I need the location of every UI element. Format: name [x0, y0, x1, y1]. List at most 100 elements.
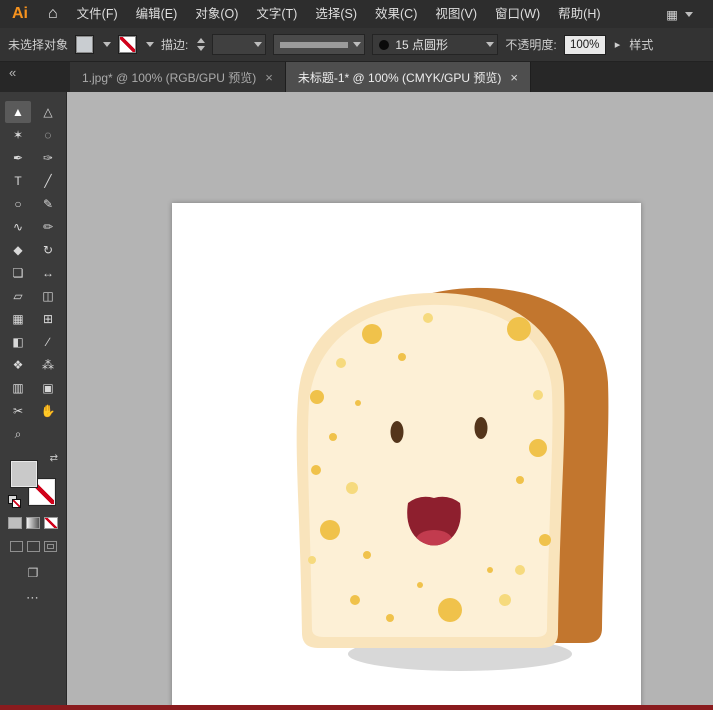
screen-mode-button[interactable]: ❐ [0, 566, 66, 580]
workspace-switcher[interactable]: ▦ [666, 7, 713, 22]
brush-caret-icon [486, 42, 494, 47]
toast-spot [423, 313, 433, 323]
menu-select[interactable]: 选择(S) [306, 0, 366, 28]
menu-object[interactable]: 对象(O) [186, 0, 247, 28]
stroke-weight-stepper[interactable] [197, 38, 205, 51]
symbol-sprayer-tool[interactable]: ⁂ [35, 354, 61, 376]
home-icon[interactable]: ⌂ [38, 5, 68, 23]
toast-spot [417, 582, 423, 588]
pencil-tool[interactable]: ✏ [35, 216, 61, 238]
none-button[interactable] [44, 517, 58, 529]
toast-bread-inner [308, 305, 553, 637]
swap-fill-stroke-icon[interactable]: ⇄ [50, 453, 58, 464]
fill-color-well[interactable] [11, 461, 37, 487]
tab-document-2[interactable]: 未标题-1* @ 100% (CMYK/GPU 预览) × [286, 62, 531, 92]
scale-tool[interactable]: ❏ [5, 262, 31, 284]
bottom-edge-strip [0, 705, 713, 710]
menu-view[interactable]: 视图(V) [426, 0, 486, 28]
toast-spot [336, 358, 346, 368]
canvas-area[interactable] [67, 92, 713, 710]
rotate-tool[interactable]: ↻ [35, 239, 61, 261]
opacity-flyout-icon[interactable]: ▸ [613, 38, 623, 51]
pen-tool[interactable]: ✒ [5, 147, 31, 169]
gradient-tool[interactable]: ◧ [5, 331, 31, 353]
draw-normal-button[interactable] [10, 541, 23, 552]
eraser-tool[interactable]: ◆ [5, 239, 31, 261]
brush-definition-dropdown[interactable]: 15 点圆形 [372, 34, 498, 55]
perspective-grid-tool[interactable]: ▦ [5, 308, 31, 330]
stroke-caret-icon[interactable] [146, 42, 154, 47]
toast-spot [329, 433, 337, 441]
artboard[interactable] [172, 203, 641, 710]
color-button[interactable] [8, 517, 22, 529]
tab-document-1[interactable]: 1.jpg* @ 100% (RGB/GPU 预览) × [70, 62, 286, 92]
toast-eye-left [391, 421, 404, 443]
weight-caret-icon [254, 42, 262, 47]
hand-tool[interactable]: ✋ [35, 400, 61, 422]
mesh-tool[interactable]: ⊞ [35, 308, 61, 330]
toast-spot [507, 317, 531, 341]
toast-spot [529, 439, 547, 457]
magic-wand-tool[interactable]: ✶ [5, 124, 31, 146]
draw-mode-row [0, 541, 66, 552]
blend-tool[interactable]: ❖ [5, 354, 31, 376]
brush-preview-dot [379, 40, 389, 50]
type-tool[interactable]: T [5, 170, 31, 192]
fill-caret-icon[interactable] [103, 42, 111, 47]
tool-grid: ▲△✶◌✒✑T╱○✎∿✏◆↻❏↔▱◫▦⊞◧∕❖⁂▥▣✂✋⌕ [0, 92, 66, 445]
chevron-down-icon [685, 12, 693, 17]
menu-edit[interactable]: 编辑(E) [127, 0, 187, 28]
toast-spot [438, 598, 462, 622]
menu-type[interactable]: 文字(T) [247, 0, 306, 28]
menu-file[interactable]: 文件(F) [68, 0, 127, 28]
toast-spot [310, 390, 324, 404]
shape-tool[interactable]: ○ [5, 193, 31, 215]
default-fill-stroke-icon[interactable] [8, 495, 21, 508]
close-icon[interactable]: × [265, 70, 273, 85]
paint-mode-row [0, 517, 66, 529]
menu-help[interactable]: 帮助(H) [549, 0, 609, 28]
lasso-tool[interactable]: ◌ [35, 124, 61, 146]
control-bar: 未选择对象 描边: 15 点圆形 不透明度: 100% ▸ 样式 [0, 28, 713, 62]
shape-builder-tool[interactable]: ◫ [35, 285, 61, 307]
gradient-button[interactable] [26, 517, 40, 529]
close-icon[interactable]: × [510, 70, 518, 85]
paintbrush-tool[interactable]: ✎ [35, 193, 61, 215]
menu-effect[interactable]: 效果(C) [366, 0, 426, 28]
selection-tool[interactable]: ▲ [5, 101, 31, 123]
width-tool[interactable]: ↔ [35, 262, 61, 284]
fill-stroke-control: ⇄ [11, 459, 55, 505]
width-profile-dropdown[interactable] [273, 34, 365, 55]
shaper-tool[interactable]: ∿ [5, 216, 31, 238]
line-segment-tool[interactable]: ╱ [35, 170, 61, 192]
artboard-tool[interactable]: ▣ [35, 377, 61, 399]
stroke-weight-dropdown[interactable] [212, 34, 266, 55]
direct-selection-tool[interactable]: △ [35, 101, 61, 123]
default-stroke-mini [12, 499, 21, 508]
zoom-tool[interactable]: ⌕ [5, 423, 31, 445]
menu-window[interactable]: 窗口(W) [486, 0, 549, 28]
stroke-color-swatch[interactable] [118, 35, 137, 54]
brush-name: 15 点圆形 [395, 36, 478, 53]
app-logo: Ai [0, 5, 38, 23]
fill-color-swatch[interactable] [75, 35, 94, 54]
free-transform-tool[interactable]: ▱ [5, 285, 31, 307]
selection-status: 未选择对象 [8, 36, 68, 53]
slice-tool[interactable]: ✂ [5, 400, 31, 422]
workspace-icon: ▦ [666, 7, 678, 22]
draw-inside-button[interactable] [44, 541, 57, 552]
opacity-input[interactable]: 100% [564, 35, 606, 55]
draw-behind-button[interactable] [27, 541, 40, 552]
toast-illustration[interactable] [172, 203, 641, 710]
toast-spot [386, 614, 394, 622]
eyedropper-tool[interactable]: ∕ [35, 331, 61, 353]
toast-spot [499, 594, 511, 606]
stepper-up-icon[interactable] [197, 38, 205, 43]
toast-spot [533, 390, 543, 400]
curvature-tool[interactable]: ✑ [35, 147, 61, 169]
column-graph-tool[interactable]: ▥ [5, 377, 31, 399]
panel-collapse-button[interactable]: « [0, 62, 70, 92]
stepper-down-icon[interactable] [197, 46, 205, 51]
toast-spot [355, 400, 361, 406]
more-tools-button[interactable]: ⋯ [0, 590, 66, 606]
